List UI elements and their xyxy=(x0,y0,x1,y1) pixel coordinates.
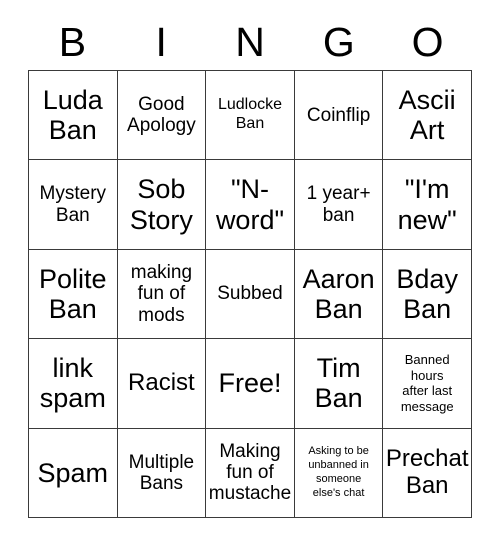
bingo-cell-label: "I'm new" xyxy=(397,174,457,235)
bingo-cell[interactable]: 1 year+ ban xyxy=(294,160,384,250)
bingo-cell-label: Ludlocke Ban xyxy=(217,96,283,133)
bingo-cell-label: Multiple Bans xyxy=(128,451,195,494)
bingo-cell-label: Ascii Art xyxy=(398,84,456,146)
bingo-header-letter-n: N xyxy=(235,18,265,65)
bingo-cell-label: Asking to be unbanned in someone else's … xyxy=(308,445,369,499)
bingo-cell[interactable]: Racist xyxy=(117,339,207,429)
bingo-cell-label: Making fun of mustache xyxy=(208,440,292,505)
bingo-cell[interactable]: Multiple Bans xyxy=(117,428,207,518)
bingo-cell[interactable]: Bday Ban xyxy=(383,249,472,340)
bingo-cell-label: Subbed xyxy=(217,283,283,305)
bingo-cell-label: Mystery Ban xyxy=(39,183,107,226)
bingo-card: B I N G O Luda Ban Good Apology Ludlocke B… xyxy=(0,0,500,544)
bingo-cell-label: Sob Story xyxy=(129,174,193,235)
bingo-cell[interactable]: Free! xyxy=(206,339,295,429)
bingo-cell[interactable]: Prechat Ban xyxy=(383,428,472,518)
bingo-cell-label: Polite Ban xyxy=(39,263,107,324)
bingo-cell[interactable]: Ascii Art xyxy=(383,71,472,161)
bingo-cell[interactable]: Ludlocke Ban xyxy=(206,71,295,161)
bingo-cell-label: Tim Ban xyxy=(314,353,363,414)
bingo-cell-label: "N- word" xyxy=(215,174,285,235)
bingo-cell[interactable]: "I'm new" xyxy=(383,160,472,250)
bingo-header-letter-g: G xyxy=(322,18,355,65)
bingo-cell[interactable]: Mystery Ban xyxy=(29,160,118,250)
bingo-header-letter-b: B xyxy=(58,18,87,65)
bingo-cell-label: Banned hours after last message xyxy=(400,351,454,415)
bingo-cell-label: making fun of mods xyxy=(130,262,193,326)
bingo-cell[interactable]: "N- word" xyxy=(206,160,295,250)
bingo-cell-label: Good Apology xyxy=(127,93,196,137)
bingo-cell-label: Luda Ban xyxy=(42,84,103,146)
bingo-header: B I N G O xyxy=(28,14,472,70)
bingo-header-letter-i: I xyxy=(155,18,167,65)
bingo-cell-label: Prechat Ban xyxy=(385,444,469,499)
bingo-cell[interactable]: Sob Story xyxy=(117,160,207,250)
bingo-grid: Luda Ban Good Apology Ludlocke Ban Coinflip… xyxy=(28,70,472,518)
bingo-cell[interactable]: Aaron Ban xyxy=(294,249,384,340)
bingo-cell[interactable]: Luda Ban xyxy=(29,71,118,161)
bingo-cell-label: Free! xyxy=(218,368,282,399)
bingo-header-letter-o: O xyxy=(411,18,444,65)
bingo-cell[interactable]: link spam xyxy=(29,339,118,429)
bingo-cell[interactable]: Making fun of mustache xyxy=(206,428,295,518)
bingo-cell-label: Aaron Ban xyxy=(302,263,375,324)
bingo-cell-label: 1 year+ ban xyxy=(306,183,371,226)
bingo-cell[interactable]: Polite Ban xyxy=(29,249,118,340)
bingo-cell[interactable]: Coinflip xyxy=(294,71,384,161)
bingo-cell-label: Racist xyxy=(128,368,195,396)
bingo-cell-label: Bday Ban xyxy=(396,263,458,324)
bingo-cell[interactable]: Spam xyxy=(29,428,118,518)
bingo-cell-label: Coinflip xyxy=(306,104,371,126)
bingo-cell[interactable]: making fun of mods xyxy=(117,249,207,340)
bingo-cell[interactable]: Asking to be unbanned in someone else's … xyxy=(294,428,384,518)
bingo-cell-label: Spam xyxy=(37,457,109,488)
bingo-cell[interactable]: Tim Ban xyxy=(294,339,384,429)
bingo-cell-label: link spam xyxy=(39,353,106,414)
bingo-cell[interactable]: Banned hours after last message xyxy=(383,339,472,429)
bingo-cell[interactable]: Subbed xyxy=(206,249,295,340)
bingo-cell[interactable]: Good Apology xyxy=(117,71,207,161)
